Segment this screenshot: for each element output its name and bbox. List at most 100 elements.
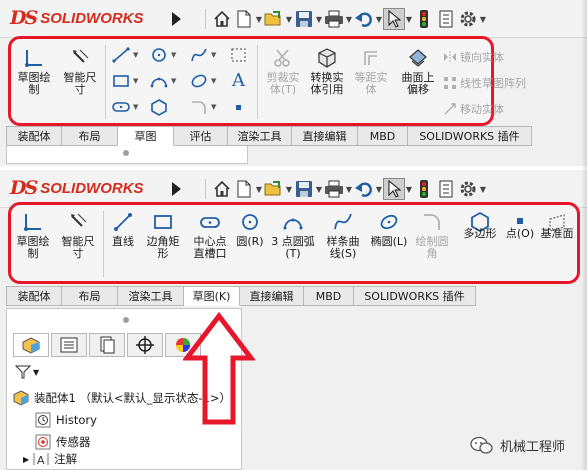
options-gear-icon[interactable]	[457, 178, 479, 200]
convert-entities-button[interactable]: 转换实 体引用	[303, 47, 351, 96]
options-gear-icon[interactable]	[457, 8, 479, 30]
tab-mbd[interactable]: MBD	[358, 126, 408, 146]
rebuild-traffic-light-icon[interactable]	[413, 8, 435, 30]
print-dropdown-icon[interactable]: ▼	[345, 185, 353, 194]
tree-item-sensors[interactable]: 传感器	[13, 431, 231, 453]
home-icon[interactable]	[211, 8, 233, 30]
tab-assembly[interactable]: 装配体	[6, 126, 62, 146]
line-tool[interactable]: ▼	[111, 45, 138, 65]
tab-solidworks-addins[interactable]: SOLIDWORKS 插件	[354, 286, 476, 306]
reference-plane-button[interactable]: 基准面	[537, 211, 577, 240]
undo-icon[interactable]	[353, 8, 375, 30]
tab-sketch[interactable]: 草图	[118, 126, 174, 146]
tab-sketch[interactable]: 草图(K)	[184, 286, 240, 306]
tab-assembly[interactable]: 装配体	[6, 286, 62, 306]
new-document-icon[interactable]	[233, 8, 255, 30]
circle-tool[interactable]: ▼	[149, 45, 176, 65]
tree-filter[interactable]: ▼	[15, 365, 39, 379]
open-folder-icon[interactable]	[263, 178, 285, 200]
tab-layout[interactable]: 布局	[62, 286, 118, 306]
sketch-button[interactable]: 草图绘 制	[11, 211, 55, 260]
open-dropdown-icon[interactable]: ▼	[285, 15, 293, 24]
open-dropdown-icon[interactable]: ▼	[285, 185, 293, 194]
tab-render-tools[interactable]: 渲染工具	[118, 286, 184, 306]
spline-tool[interactable]: ▼	[189, 45, 216, 65]
print-dropdown-icon[interactable]: ▼	[345, 15, 353, 24]
pane-grip[interactable]	[123, 317, 129, 323]
menu-expand-arrow-icon[interactable]	[170, 181, 182, 197]
select-cursor-icon[interactable]	[383, 8, 405, 30]
polygon-button[interactable]: 多边形	[457, 211, 503, 240]
property-manager-tab-icon[interactable]	[51, 333, 87, 357]
menu-expand-arrow-icon[interactable]	[170, 11, 182, 27]
tab-render-tools[interactable]: 渲染工具	[228, 126, 292, 146]
slot-tool[interactable]: ▼	[111, 97, 138, 117]
file-properties-icon[interactable]	[435, 178, 457, 200]
options-dropdown-icon[interactable]: ▼	[479, 185, 487, 194]
tree-item-annotations[interactable]: ▶ A 注解	[13, 453, 231, 465]
new-dropdown-icon[interactable]: ▼	[255, 15, 263, 24]
three-point-arc-button[interactable]: 3 点圆弧 (T)	[267, 211, 319, 260]
tab-layout[interactable]: 布局	[62, 126, 118, 146]
tab-mbd[interactable]: MBD	[304, 286, 354, 306]
home-icon[interactable]	[211, 178, 233, 200]
point-button[interactable]: 点(O)	[505, 211, 535, 240]
undo-dropdown-icon[interactable]: ▼	[375, 185, 383, 194]
select-cursor-icon[interactable]	[383, 178, 405, 200]
trim-entities-button-disabled[interactable]: 剪裁实 体(T)	[259, 47, 307, 96]
print-icon[interactable]	[323, 8, 345, 30]
fillet-tool-disabled[interactable]: ▼	[189, 97, 216, 117]
open-folder-icon[interactable]	[263, 8, 285, 30]
undo-dropdown-icon[interactable]: ▼	[375, 15, 383, 24]
sketch-button[interactable]: 草图绘 制	[11, 47, 57, 96]
arc-tool[interactable]: ▼	[149, 71, 176, 91]
tab-evaluate[interactable]: 评估	[174, 126, 228, 146]
move-entities-disabled[interactable]: 移动实体	[443, 101, 504, 117]
file-properties-icon[interactable]	[435, 8, 457, 30]
configuration-manager-tab-icon[interactable]	[89, 333, 125, 357]
save-dropdown-icon[interactable]: ▼	[315, 15, 323, 24]
corner-rectangle-button[interactable]: 边角矩 形	[141, 211, 185, 260]
polygon-tool[interactable]	[149, 97, 169, 117]
dimxpert-tab-icon[interactable]	[127, 333, 163, 357]
center-slot-button[interactable]: 中心点 直槽口	[185, 211, 235, 260]
circle-icon	[152, 48, 166, 62]
rebuild-traffic-light-icon[interactable]	[413, 178, 435, 200]
save-icon[interactable]	[293, 178, 315, 200]
ellipse-button[interactable]: 椭圆(L)	[367, 211, 411, 248]
options-dropdown-icon[interactable]: ▼	[479, 15, 487, 24]
smart-dimension-button[interactable]: 智能尺 寸	[55, 211, 101, 260]
tab-solidworks-addins[interactable]: SOLIDWORKS 插件	[408, 126, 532, 146]
construction-geometry-tool[interactable]	[229, 45, 249, 65]
spline-button[interactable]: 样条曲 线(S)	[319, 211, 367, 260]
undo-icon[interactable]	[353, 178, 375, 200]
offset-entities-button-disabled[interactable]: 等距实 体	[347, 47, 395, 96]
save-icon[interactable]	[293, 8, 315, 30]
ellipse-tool[interactable]: ▼	[189, 71, 216, 91]
circle-button[interactable]: 圆(R)	[233, 211, 267, 248]
offset-on-surface-button[interactable]: 曲面上 偏移	[393, 47, 443, 96]
tab-direct-editing[interactable]: 直接编辑	[292, 126, 358, 146]
new-dropdown-icon[interactable]: ▼	[255, 185, 263, 194]
mirror-entities-disabled[interactable]: 镜向实体	[443, 49, 504, 65]
solidworks-logo[interactable]: DS SOLIDWORKS	[10, 7, 144, 29]
pane-grip[interactable]	[123, 150, 129, 156]
linear-pattern-disabled[interactable]: 线性草图阵列	[443, 75, 526, 91]
line-button[interactable]: 直线	[105, 211, 141, 248]
select-dropdown-icon[interactable]: ▼	[405, 185, 413, 194]
solidworks-logo[interactable]: DS SOLIDWORKS	[10, 177, 144, 199]
spline-icon	[191, 48, 207, 62]
tab-direct-editing[interactable]: 直接编辑	[240, 286, 304, 306]
text-tool[interactable]: A	[229, 69, 249, 89]
offset-on-surface-icon	[409, 49, 427, 67]
feature-tree-tab-icon[interactable]	[13, 333, 49, 357]
point-tool[interactable]	[233, 97, 245, 117]
new-document-icon[interactable]	[233, 178, 255, 200]
rectangle-tool[interactable]: ▼	[111, 71, 138, 91]
print-icon[interactable]	[323, 178, 345, 200]
save-dropdown-icon[interactable]: ▼	[315, 185, 323, 194]
select-dropdown-icon[interactable]: ▼	[405, 15, 413, 24]
smart-dimension-icon	[71, 213, 87, 227]
smart-dimension-button[interactable]: 智能尺 寸	[57, 47, 103, 96]
sketch-fillet-button-disabled[interactable]: 绘制圆 角	[411, 211, 453, 260]
